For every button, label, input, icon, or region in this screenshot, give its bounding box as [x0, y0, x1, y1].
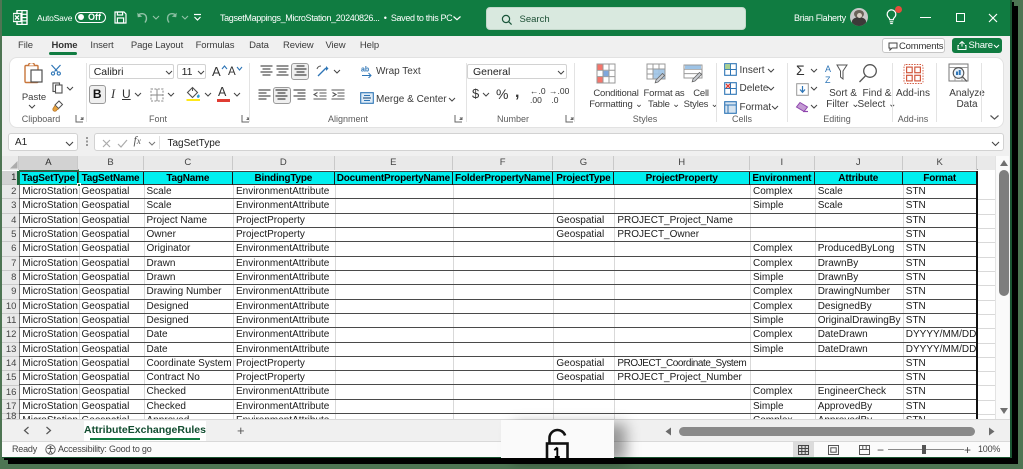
svg-text:ab: ab — [361, 67, 369, 74]
svg-text:A: A — [825, 64, 831, 74]
svg-text:Z: Z — [825, 75, 831, 85]
